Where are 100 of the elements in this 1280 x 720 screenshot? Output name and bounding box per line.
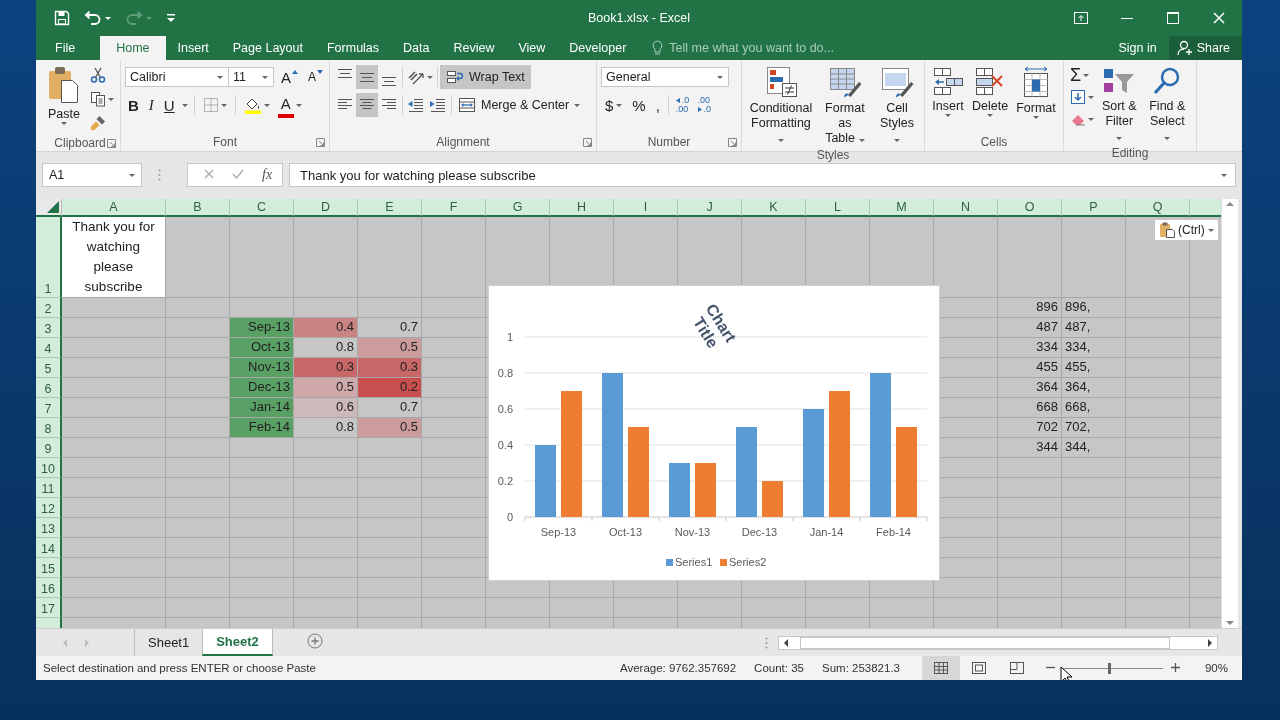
- save-button[interactable]: [54, 10, 70, 26]
- row-header[interactable]: 10: [36, 458, 62, 478]
- autosum-button[interactable]: Σ: [1068, 64, 1096, 86]
- ribbon-tab[interactable]: View: [506, 36, 558, 60]
- insert-button[interactable]: Insert: [929, 64, 967, 133]
- bar: [535, 445, 556, 517]
- select-all-icon[interactable]: [47, 201, 59, 213]
- column-header[interactable]: G: [486, 199, 550, 217]
- ribbon-tab[interactable]: File: [36, 36, 88, 60]
- horizontal-scrollbar[interactable]: [778, 635, 1218, 650]
- name-box[interactable]: A1: [42, 163, 142, 187]
- column-header[interactable]: H: [550, 199, 614, 217]
- shrink-font-button[interactable]: A: [305, 66, 327, 88]
- merge-center-button[interactable]: Merge & Center: [454, 97, 585, 113]
- find-select-button[interactable]: Find & Select: [1142, 64, 1192, 146]
- font-name-field[interactable]: Calibri: [125, 67, 229, 87]
- row-header[interactable]: 15: [36, 558, 62, 578]
- underline-button[interactable]: U: [160, 94, 178, 116]
- row-header[interactable]: 6: [36, 378, 62, 398]
- column-header[interactable]: D: [294, 199, 358, 217]
- row-header[interactable]: 3: [36, 318, 62, 338]
- tell-me-field[interactable]: Tell me what you want to do...: [652, 36, 834, 60]
- dialog-launcher-icon[interactable]: [583, 138, 592, 147]
- dialog-launcher-icon[interactable]: [316, 138, 325, 147]
- paste-options-button[interactable]: (Ctrl): [1154, 219, 1219, 241]
- column-header[interactable]: N: [934, 199, 998, 217]
- wrap-text-button[interactable]: Wrap Text: [440, 65, 531, 89]
- formula-field[interactable]: Thank you for watching please subscribe: [289, 163, 1236, 187]
- axis-tick-label: 1: [506, 331, 513, 343]
- row-header[interactable]: 13: [36, 518, 62, 538]
- align-button[interactable]: [356, 93, 378, 117]
- column-header[interactable]: L: [806, 199, 870, 217]
- view-button[interactable]: [922, 656, 960, 680]
- scissors-icon: [90, 67, 106, 83]
- column-header[interactable]: M: [870, 199, 934, 217]
- grow-font-button[interactable]: A: [278, 66, 301, 88]
- row-header[interactable]: 9: [36, 438, 62, 458]
- ribbon-tab[interactable]: Data: [391, 36, 442, 60]
- row-header[interactable]: 16: [36, 578, 62, 598]
- row-header[interactable]: 1: [36, 217, 62, 298]
- dialog-launcher-icon[interactable]: [107, 139, 116, 148]
- sort-filter-button[interactable]: Sort & Filter: [1098, 64, 1141, 146]
- bold-button[interactable]: B: [125, 94, 142, 116]
- ribbon-tab[interactable]: Home: [100, 36, 166, 60]
- format-as-table-button[interactable]: Format as Table: [815, 64, 874, 148]
- cell-styles-button[interactable]: Cell Styles: [873, 64, 920, 148]
- row-header[interactable]: 12: [36, 498, 62, 518]
- column-header[interactable]: E: [358, 199, 422, 217]
- conditional-formatting-button[interactable]: Conditional Formatting: [746, 64, 816, 148]
- font-color-button[interactable]: A: [275, 94, 304, 116]
- column-header[interactable]: C: [230, 199, 294, 217]
- decrease-decimal-button[interactable]: .00 .0: [694, 96, 714, 114]
- row-header[interactable]: 2: [36, 298, 62, 318]
- font-size-field[interactable]: 11: [228, 67, 274, 87]
- slider-thumb[interactable]: [1108, 662, 1111, 674]
- sheet-tab[interactable]: Sheet2: [202, 629, 273, 656]
- add-sheet-button[interactable]: [306, 633, 323, 652]
- column-header[interactable]: P: [1062, 199, 1126, 217]
- column-header[interactable]: [1190, 199, 1221, 217]
- row-header[interactable]: 17: [36, 598, 62, 618]
- ribbon-tab[interactable]: Insert: [165, 36, 221, 60]
- percent-button[interactable]: %: [628, 96, 650, 114]
- sheet-cell: [230, 478, 294, 498]
- paste-button[interactable]: Paste: [44, 64, 84, 134]
- column-header[interactable]: F: [422, 199, 486, 217]
- comma-button[interactable]: ,: [651, 96, 664, 114]
- share-button[interactable]: Share: [1168, 36, 1242, 60]
- row-header[interactable]: 7: [36, 398, 62, 418]
- ribbon-tab[interactable]: Page Layout: [220, 36, 315, 60]
- undo-button[interactable]: [84, 10, 111, 26]
- row-header[interactable]: 4: [36, 338, 62, 358]
- column-header[interactable]: A: [62, 199, 166, 217]
- column-header[interactable]: Q: [1126, 199, 1190, 217]
- number-format-field[interactable]: General: [601, 67, 729, 87]
- insert-function-button[interactable]: fx: [262, 167, 273, 183]
- vertical-scrollbar[interactable]: [1221, 199, 1238, 628]
- column-header[interactable]: I: [614, 199, 678, 217]
- align-button[interactable]: [356, 65, 378, 89]
- ribbon-tab[interactable]: Review: [441, 36, 507, 60]
- customize-button[interactable]: [166, 13, 176, 23]
- column-header[interactable]: B: [166, 199, 230, 217]
- drag-handle-icon[interactable]: [765, 636, 768, 649]
- row-header[interactable]: 5: [36, 358, 62, 378]
- scroll-left-icon: [783, 638, 788, 647]
- column-header[interactable]: O: [998, 199, 1062, 217]
- italic-button[interactable]: I: [145, 94, 157, 116]
- dialog-launcher-icon[interactable]: [728, 138, 737, 147]
- sign-in-link[interactable]: Sign in: [1106, 36, 1169, 60]
- format-button[interactable]: Format: [1013, 64, 1059, 133]
- ribbon-tab[interactable]: Developer: [557, 36, 639, 60]
- column-header[interactable]: J: [678, 199, 742, 217]
- ribbon-tab[interactable]: Formulas: [314, 36, 392, 60]
- row-header[interactable]: 8: [36, 418, 62, 438]
- delete-button[interactable]: Delete: [969, 64, 1012, 133]
- row-header[interactable]: 14: [36, 538, 62, 558]
- currency-button[interactable]: $: [601, 96, 627, 114]
- row-header[interactable]: 11: [36, 478, 62, 498]
- increase-decimal-button[interactable]: .0 .00: [672, 96, 693, 114]
- column-header[interactable]: K: [742, 199, 806, 217]
- zoom-in-button[interactable]: [1171, 662, 1180, 674]
